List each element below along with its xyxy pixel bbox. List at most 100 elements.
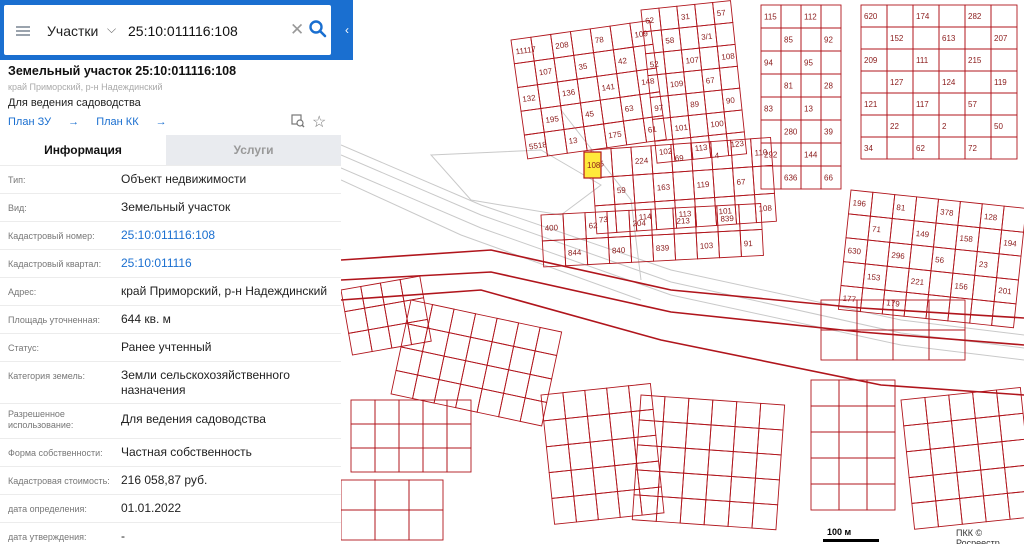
parcel[interactable] — [569, 28, 595, 56]
parcel[interactable] — [971, 274, 998, 303]
parcel[interactable] — [780, 4, 802, 29]
parcel[interactable] — [903, 422, 931, 453]
parcel[interactable] — [543, 418, 569, 448]
parcel[interactable] — [938, 48, 966, 72]
parcel[interactable] — [567, 441, 594, 471]
parcel[interactable] — [838, 405, 868, 433]
parcel[interactable] — [908, 244, 934, 272]
parcel[interactable] — [586, 413, 613, 443]
parcel[interactable] — [820, 50, 842, 75]
parcel[interactable] — [683, 69, 705, 95]
parcel[interactable] — [660, 421, 688, 449]
parcel[interactable] — [927, 270, 954, 298]
parcel[interactable] — [889, 217, 915, 246]
parcel[interactable] — [810, 431, 840, 459]
parcel[interactable] — [606, 385, 632, 415]
parcel[interactable] — [576, 75, 601, 104]
parcel[interactable] — [977, 441, 1006, 471]
search-category-select[interactable]: Участки — [47, 23, 98, 39]
parcel[interactable] — [681, 472, 709, 501]
parcel[interactable] — [663, 49, 685, 75]
parcel[interactable] — [751, 502, 779, 531]
parcel[interactable] — [629, 234, 655, 263]
parcel[interactable] — [694, 1, 716, 27]
parcel[interactable] — [585, 237, 611, 266]
parcel[interactable] — [866, 379, 896, 407]
parcel[interactable] — [553, 54, 578, 83]
parcel[interactable] — [686, 397, 714, 426]
parcel[interactable] — [1001, 438, 1024, 469]
parcel[interactable] — [933, 222, 959, 250]
parcel[interactable] — [529, 350, 558, 380]
parcel[interactable] — [1006, 490, 1024, 520]
parcel[interactable] — [908, 474, 937, 504]
parcel[interactable] — [398, 423, 424, 449]
parcel[interactable] — [655, 495, 683, 524]
parcel[interactable] — [845, 213, 871, 241]
parcel[interactable] — [662, 396, 690, 424]
parcel[interactable] — [947, 296, 973, 324]
parcel[interactable] — [866, 483, 896, 511]
search-box[interactable]: Участки ⌵ 25:10:011116:108 ✕ — [4, 5, 331, 55]
parcel[interactable] — [754, 452, 782, 481]
parcel[interactable] — [374, 423, 400, 449]
parcel[interactable] — [422, 423, 448, 449]
parcel[interactable] — [710, 399, 738, 428]
parcel[interactable] — [407, 318, 432, 346]
parcel[interactable] — [446, 423, 472, 449]
parcel[interactable] — [403, 297, 428, 324]
parcel[interactable] — [723, 109, 745, 135]
parcel[interactable] — [446, 399, 472, 425]
parcel[interactable] — [1001, 205, 1024, 233]
parcel[interactable] — [551, 495, 577, 525]
parcel[interactable] — [810, 483, 840, 511]
parcel[interactable] — [927, 420, 955, 450]
parcel[interactable] — [900, 396, 929, 427]
parcel[interactable] — [938, 92, 966, 116]
parcel[interactable] — [990, 92, 1018, 116]
parcel[interactable] — [678, 25, 700, 51]
parcel[interactable] — [991, 301, 1017, 329]
parcel[interactable] — [606, 209, 631, 238]
parcel[interactable] — [708, 424, 736, 453]
parcel[interactable] — [838, 483, 868, 511]
cadastral-quarter-link[interactable]: 25:10:011116 — [121, 256, 331, 271]
parcel[interactable] — [995, 386, 1024, 417]
parcel[interactable] — [727, 500, 755, 529]
parcel[interactable] — [703, 499, 731, 527]
parcel[interactable] — [780, 142, 802, 167]
parcel[interactable] — [631, 494, 659, 522]
parcel[interactable] — [658, 5, 680, 31]
parcel[interactable] — [687, 113, 709, 139]
parcel[interactable] — [886, 92, 914, 116]
parcel[interactable] — [399, 275, 425, 302]
parcel[interactable] — [341, 479, 376, 511]
parcel[interactable] — [719, 65, 741, 91]
parcel[interactable] — [562, 389, 588, 420]
parcel[interactable] — [703, 89, 725, 115]
parcel[interactable] — [938, 4, 966, 28]
parcel[interactable] — [593, 49, 618, 77]
parcel[interactable] — [589, 439, 616, 469]
parcel[interactable] — [694, 197, 718, 228]
parcel[interactable] — [636, 460, 662, 490]
parcel[interactable] — [860, 26, 888, 50]
parcel[interactable] — [583, 123, 608, 151]
parcel[interactable] — [911, 500, 939, 530]
parcel[interactable] — [990, 136, 1018, 160]
parcel[interactable] — [998, 412, 1024, 443]
parcel[interactable] — [912, 114, 940, 138]
parcel[interactable] — [610, 146, 634, 178]
parcel[interactable] — [543, 128, 568, 157]
parcel[interactable] — [964, 26, 992, 50]
parcel[interactable] — [886, 4, 914, 28]
parcel[interactable] — [976, 227, 1003, 255]
parcel[interactable] — [630, 408, 657, 439]
parcel[interactable] — [838, 457, 868, 485]
parcel[interactable] — [350, 447, 376, 473]
parcel[interactable] — [800, 73, 822, 98]
parcel[interactable] — [929, 446, 958, 476]
parcel[interactable] — [350, 423, 376, 449]
parcel[interactable] — [950, 417, 979, 448]
tab-services[interactable]: Услуги — [166, 135, 341, 165]
